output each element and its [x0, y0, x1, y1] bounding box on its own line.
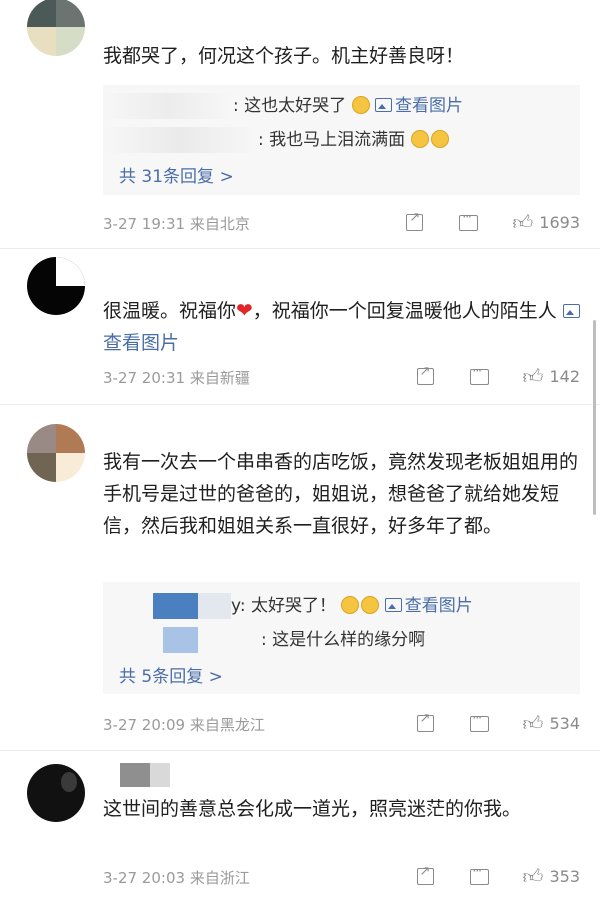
action-bar: 👍︎ 353: [416, 864, 580, 889]
sad-emoji-icon: [410, 130, 429, 148]
location: 来自北京: [189, 215, 250, 233]
picture-icon: [384, 598, 402, 612]
like-count: 534: [549, 714, 580, 733]
comment-text: 这世间的善意总会化成一道光，照亮迷茫的你我。: [103, 798, 522, 820]
crying-emoji-icon: [351, 96, 370, 114]
action-bar: 👍︎ 1693: [406, 210, 580, 235]
heart-icon: ❤: [236, 298, 253, 322]
share-button[interactable]: [416, 364, 434, 385]
share-icon: [416, 864, 434, 885]
comment-meta: 3-27 20:09 来自黑龙江: [103, 714, 265, 735]
sad-emoji-icon: [430, 130, 449, 148]
comment-meta: 3-27 20:03 来自浙江: [103, 867, 250, 888]
avatar[interactable]: [27, 257, 85, 315]
share-icon: [416, 364, 434, 385]
like-count: 353: [549, 867, 580, 886]
timestamp: 3-27 20:31: [103, 369, 186, 387]
share-button[interactable]: [416, 711, 434, 732]
reply-line: : 这是什么样的缘分啊: [103, 625, 425, 653]
view-picture-label: 查看图片: [404, 596, 473, 616]
more-replies-link[interactable]: 共 5条回复 >: [119, 662, 223, 687]
reply-box[interactable]: : 这也太好哭了 查看图片 : 我也马上泪流满面 共 31条回复 >: [103, 85, 580, 195]
share-icon: [416, 711, 434, 732]
comment-meta: 3-27 19:31 来自北京: [103, 213, 250, 234]
comment-button[interactable]: [469, 364, 489, 385]
comment-text: 我都哭了，何况这个孩子。机主好善良呀！: [103, 45, 465, 67]
location: 来自新疆: [189, 369, 250, 387]
picture-icon: [562, 304, 580, 318]
reply-text: : 这是什么样的缘分啊: [261, 630, 426, 650]
like-button[interactable]: 👍︎ 534: [523, 711, 580, 736]
avatar[interactable]: [27, 764, 85, 822]
comment-text: 我有一次去一个串串香的店吃饭，竟然发现老板姐姐用的手机号是过世的爸爸的，姐姐说，…: [103, 451, 579, 537]
scrollbar[interactable]: [593, 320, 596, 515]
comment-icon: [459, 210, 479, 231]
view-picture-link[interactable]: 查看图片: [374, 96, 463, 116]
comment-text: 很温暖。祝福你❤，祝福你一个回复温暖他人的陌生人 查看图片: [103, 294, 583, 359]
crying-emoji-icon: [341, 596, 360, 614]
view-picture-link[interactable]: 查看图片: [384, 596, 473, 616]
timestamp: 3-27 20:09: [103, 716, 186, 734]
comment-icon: [469, 711, 489, 732]
action-bar: 👍︎ 142: [416, 364, 580, 389]
comment-text-part: ，祝福你一个回复温暖他人的陌生人: [252, 300, 557, 322]
thumbs-up-icon: 👍︎: [522, 711, 544, 735]
comment-button[interactable]: [459, 210, 479, 231]
reply-line: : 这也太好哭了 查看图片: [103, 91, 463, 119]
reply-line: y: 太好哭了！ 查看图片: [103, 591, 473, 619]
action-bar: 👍︎ 534: [416, 711, 580, 736]
divider: [0, 248, 600, 249]
avatar[interactable]: [27, 424, 85, 482]
thumbs-up-icon: 👍︎: [512, 210, 534, 234]
location: 来自黑龙江: [189, 716, 265, 734]
thumbs-up-icon: 👍︎: [522, 364, 544, 388]
view-picture-label: 查看图片: [103, 332, 180, 354]
comment-button[interactable]: [469, 864, 489, 885]
more-replies-link[interactable]: 共 31条回复 >: [119, 162, 234, 187]
masked-username: [103, 93, 233, 119]
masked-username: [103, 127, 258, 153]
share-button[interactable]: [406, 210, 424, 231]
thumbs-up-icon: 👍︎: [522, 864, 544, 888]
masked-username: [103, 627, 261, 653]
timestamp: 3-27 20:03: [103, 869, 186, 887]
location: 来自浙江: [189, 869, 250, 887]
masked-username: [110, 763, 170, 787]
reply-line: : 我也马上泪流满面: [103, 125, 449, 153]
like-count: 1693: [539, 213, 580, 232]
divider: [0, 404, 600, 405]
crying-emoji-icon: [361, 596, 380, 614]
masked-username: [103, 593, 231, 619]
view-picture-label: 查看图片: [394, 96, 463, 116]
reply-text: y: 太好哭了！: [231, 596, 336, 616]
share-button[interactable]: [416, 864, 434, 885]
comment-button[interactable]: [469, 711, 489, 732]
comment-icon: [469, 864, 489, 885]
picture-icon: [374, 98, 392, 112]
reply-text: : 我也马上泪流满面: [258, 130, 406, 150]
comment-text-part: 很温暖。祝福你: [103, 300, 237, 322]
like-button[interactable]: 👍︎ 353: [523, 864, 580, 889]
reply-text: : 这也太好哭了: [233, 96, 347, 116]
timestamp: 3-27 19:31: [103, 215, 186, 233]
share-icon: [406, 210, 424, 231]
like-button[interactable]: 👍︎ 1693: [512, 210, 580, 235]
divider: [0, 750, 600, 751]
like-button[interactable]: 👍︎ 142: [523, 364, 580, 389]
reply-box[interactable]: y: 太好哭了！ 查看图片 : 这是什么样的缘分啊 共 5条回复 >: [103, 582, 580, 694]
comment-meta: 3-27 20:31 来自新疆: [103, 367, 250, 388]
comment-icon: [469, 364, 489, 385]
avatar[interactable]: [27, 0, 85, 56]
like-count: 142: [549, 367, 580, 386]
